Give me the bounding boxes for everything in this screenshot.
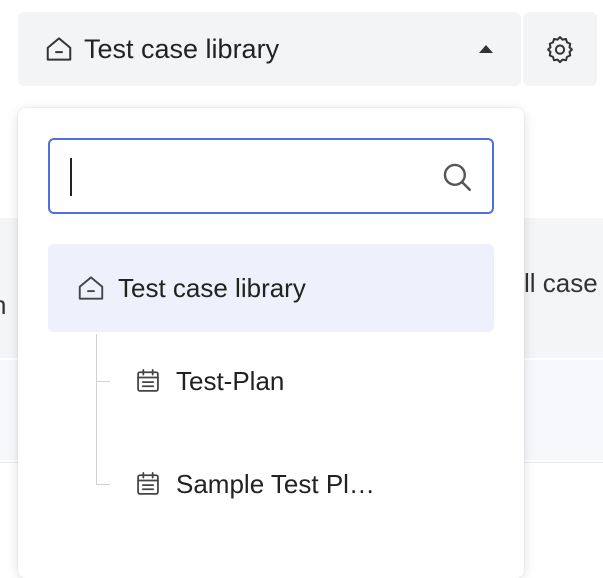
tree-item-sample-test-plan[interactable]: Sample Test Pl… [134,464,375,504]
text-cursor [70,158,72,196]
tree-connector-horizontal [96,484,110,485]
tree-item-label: Test case library [118,272,306,303]
library-dropdown: Test case library Test-Plan Sample Test … [18,108,524,578]
tree-connector-vertical [96,334,97,484]
search-input[interactable] [68,152,432,202]
tree-item-test-case-library[interactable]: Test case library [48,244,494,332]
tree-item-label: Test-Plan [176,365,285,396]
settings-button[interactable] [523,12,597,86]
background-column-header-text: ll case [524,268,598,298]
tree-item-test-plan[interactable]: Test-Plan [134,361,284,401]
search-icon[interactable] [440,160,474,194]
home-icon [46,37,72,61]
calendar-icon [137,472,159,495]
search-field[interactable] [48,138,494,214]
home-icon [78,276,104,300]
background-text-left-2: n [0,290,6,321]
caret-up-icon[interactable] [479,45,493,53]
tree-item-label: Sample Test Pl… [176,468,375,499]
calendar-icon [137,369,159,392]
library-selector-label: Test case library [84,33,280,64]
library-selector[interactable]: Test case library [18,12,521,86]
tree-connector-horizontal [96,381,110,382]
gear-icon [547,36,573,64]
